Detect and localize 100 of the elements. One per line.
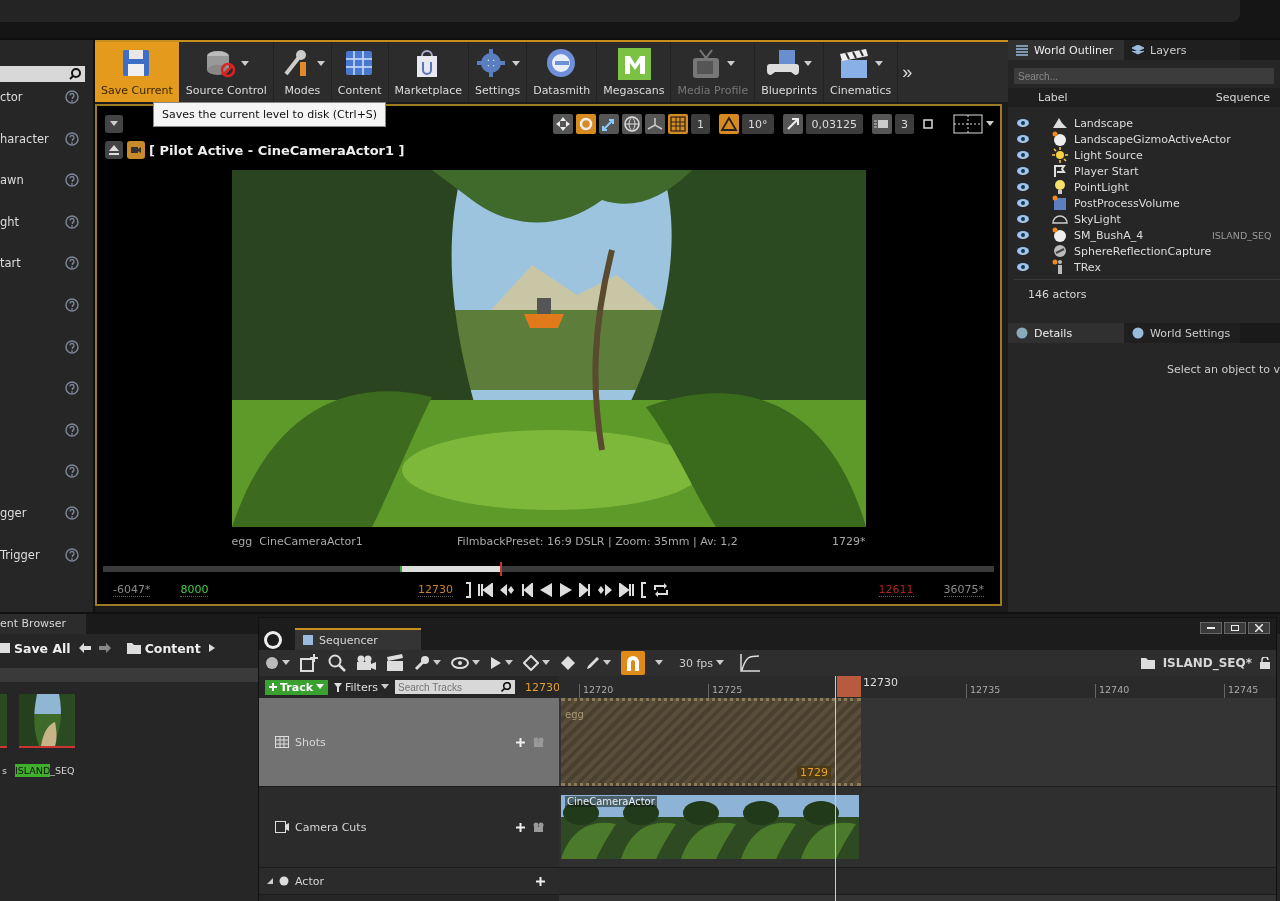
wrench-icon[interactable] [414,655,430,671]
help-icon[interactable] [65,297,79,312]
track-row[interactable]: Actor [259,868,559,895]
snap-value[interactable]: 3 [895,114,914,134]
outliner-item[interactable]: SkyLight [1074,212,1121,226]
panel-tab[interactable]: Details [1008,323,1124,343]
caret-icon[interactable] [542,660,550,666]
eye-icon[interactable] [451,657,469,669]
folder-icon[interactable] [1140,657,1155,669]
play-icon[interactable] [490,656,502,670]
eye-icon[interactable] [1016,262,1030,272]
place-item[interactable]: Trigger [0,547,40,562]
caret-icon[interactable] [282,660,290,666]
asset-thumbnail[interactable] [18,694,75,748]
outliner-item[interactable]: LandscapeGizmoActiveActor [1074,132,1231,146]
eye-icon[interactable] [1016,118,1030,128]
help-icon[interactable] [65,422,79,437]
step-forward-icon[interactable] [579,583,591,597]
viewport-tool-button[interactable] [782,114,803,134]
panel-tab[interactable]: World Outliner [1008,40,1124,60]
toolbar-button[interactable]: Content [331,42,389,102]
pilot-button[interactable] [127,141,145,159]
folder-icon[interactable] [126,642,141,654]
step-back-icon[interactable] [521,583,533,597]
panel-tab[interactable]: Layers [1124,40,1240,60]
expand-arrow-icon[interactable] [267,878,273,884]
panel-tab[interactable]: ent Browser [0,614,86,634]
caret-icon[interactable] [380,684,389,690]
toolbar-button[interactable]: Settings [469,42,528,102]
column-header[interactable]: Sequence [1215,91,1270,104]
snap-value[interactable]: 10° [742,114,774,134]
in-frame[interactable]: 8000 [180,583,209,597]
help-icon[interactable] [65,256,79,271]
maximize-button[interactable] [1224,622,1246,634]
place-item[interactable]: ght [0,214,20,229]
eye-icon[interactable] [1016,198,1030,208]
caret-icon[interactable] [505,660,513,666]
help-icon[interactable] [65,131,79,146]
eye-icon[interactable] [1016,230,1030,240]
outliner-item[interactable]: PostProcessVolume [1074,196,1180,210]
maximize-icon[interactable] [923,119,933,129]
toolbar-button[interactable]: Megascans [597,42,672,102]
plus-icon[interactable] [536,876,545,886]
clapperboard-icon[interactable] [386,654,404,672]
column-header[interactable]: Label [1038,91,1068,104]
forward-arrow-icon[interactable] [98,643,111,653]
caret-icon[interactable] [655,660,663,666]
help-icon[interactable] [65,464,79,479]
asset-label[interactable]: s [2,764,7,778]
jump-to-end-icon[interactable] [619,583,635,597]
loop-icon[interactable] [653,583,669,597]
help-icon[interactable] [65,381,79,396]
caret-icon[interactable] [110,121,118,127]
outliner-item[interactable]: SM_BushA_4 [1074,228,1144,242]
toolbar-button[interactable]: Save Current [95,42,180,102]
asset-thumbnail[interactable] [0,694,7,748]
chevron-icon[interactable] [208,644,215,652]
place-item[interactable]: tart [0,256,21,271]
caret-icon[interactable] [433,660,441,666]
outliner-item[interactable]: Landscape [1074,116,1134,130]
help-icon[interactable] [65,173,79,188]
toolbar-button[interactable]: Cinematics [824,42,899,102]
eye-icon[interactable] [1016,166,1030,176]
start-frame[interactable]: -6047* [113,583,151,597]
caret-icon[interactable] [316,60,325,67]
playhead[interactable] [500,562,503,576]
search-field[interactable]: Search Tracks [394,680,515,694]
search-field[interactable]: Search... [1014,68,1274,84]
current-frame[interactable]: 12730 [524,680,560,694]
track-row[interactable]: Camera Cuts [259,787,559,868]
viewport-tool-button[interactable] [553,114,573,134]
place-item[interactable]: gger [0,505,27,520]
viewport-menu-button[interactable] [105,115,123,133]
save-all-button[interactable]: Save All [0,640,71,656]
caret-icon[interactable] [875,60,884,67]
caret-icon[interactable] [986,121,994,127]
toolbar-button[interactable]: Datasmith [527,42,598,102]
toolbar-button[interactable]: Blueprints [755,42,825,102]
search-field[interactable] [0,66,85,82]
eye-icon[interactable] [1016,246,1030,256]
play-reverse-icon[interactable] [539,582,553,598]
caret-icon[interactable] [603,660,611,666]
help-icon[interactable] [65,505,79,520]
bracket-icon[interactable] [641,582,647,598]
frame-rate-dropdown[interactable]: 30 fps [673,655,731,671]
outliner-item[interactable]: TRex [1074,260,1101,274]
diamond-key-icon[interactable] [523,655,539,671]
caret-icon[interactable] [512,60,521,67]
toolbar-button[interactable]: Marketplace [388,42,470,102]
sequencer-tab[interactable]: Sequencer [295,628,421,650]
caret-icon[interactable] [716,660,725,666]
outliner-item[interactable]: PointLight [1074,180,1129,194]
previous-key-icon[interactable] [499,583,515,597]
caret-icon[interactable] [472,660,480,666]
caret-icon[interactable] [803,60,812,67]
play-icon[interactable] [559,582,573,598]
lock-icon[interactable] [1260,657,1270,669]
sequence-name[interactable]: ISLAND_SEQ* [1162,656,1252,670]
eye-icon[interactable] [1016,150,1030,160]
eye-icon[interactable] [1016,182,1030,192]
